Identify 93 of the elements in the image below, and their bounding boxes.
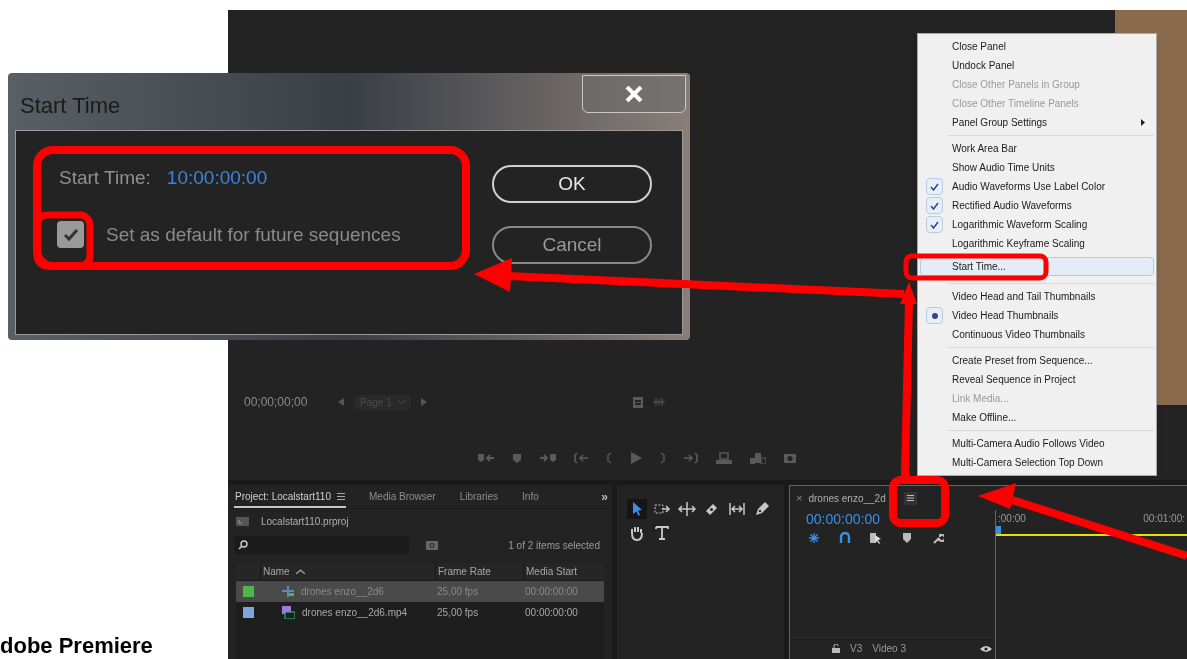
selection-tool-icon[interactable] [627,499,647,519]
menu-item[interactable]: Audio Waveforms Use Label Color [920,177,1154,196]
media-start-cell-text: 00:00:00:00 [524,585,579,599]
mark-in-icon[interactable] [606,452,612,464]
panel-tab[interactable]: Libraries [458,486,500,508]
check-icon [62,227,79,242]
lock-icon [832,644,840,653]
ruler-time-label: 00:01:00: [1143,512,1185,526]
menu-item[interactable]: Multi-Camera Selection Top Down [920,453,1154,472]
marker-forward-icon[interactable] [540,452,556,464]
panel-tab[interactable]: Info [521,486,540,508]
column-header[interactable]: Media Start [526,564,578,579]
search-bin-icon[interactable] [426,540,438,550]
submenu-arrow-icon [1141,119,1145,126]
marker-icon[interactable] [512,452,522,464]
more-panels-button[interactable]: » [601,486,608,508]
menu-item[interactable]: Logarithmic Waveform Scaling [920,215,1154,234]
snap-icon[interactable] [808,532,820,544]
dialog-title: Start Time [19,92,122,120]
search-field[interactable] [234,536,409,554]
left-arrow-icon[interactable] [338,398,344,406]
ok-button[interactable]: OK [492,165,652,203]
panel-tab[interactable]: Project: Localstart110 [234,486,346,508]
caption-text: dobe Premiere [0,635,154,659]
sort-ascending-icon [295,569,305,574]
timeline-timecode: 00:00:00:00 [805,510,881,528]
close-tab-button[interactable]: × [796,489,803,507]
column-header[interactable]: Name [263,564,290,579]
video-clip-icon [282,606,295,619]
item-name: drones enzo__2d6.mp4 [302,606,408,620]
menu-item[interactable]: Work Area Bar [920,139,1154,158]
wrench-icon[interactable] [932,532,944,544]
ripple-edit-icon[interactable] [677,499,697,519]
camera-icon[interactable] [784,452,796,464]
menu-item[interactable]: Video Head and Tail Thumbnails [920,287,1154,306]
frame-rate-cell-text: 25,00 fps [436,585,480,599]
menu-item[interactable]: Panel Group Settings [920,113,1154,132]
close-icon [625,86,643,102]
right-arrow-icon[interactable] [420,398,427,406]
menu-item[interactable]: Show Audio Time Units [920,158,1154,177]
radio-dot-icon [931,312,938,319]
play-icon[interactable] [630,452,642,464]
sequence-icon [282,586,294,597]
menu-icon [337,492,345,500]
linked-selection-icon[interactable] [870,532,882,544]
film-strip-icon[interactable] [632,396,643,408]
panel-tab[interactable]: Media Browser [368,486,437,508]
project-filename: Localstart110.prproj [261,514,349,529]
folder-icon [236,516,249,526]
menu-item[interactable]: Start Time... [920,257,1154,276]
menu-item[interactable]: Multi-Camera Audio Follows Video [920,434,1154,453]
menu-item[interactable]: Video Head Thumbnails [920,306,1154,325]
close-button[interactable] [582,75,686,113]
start-time-value[interactable]: 10:00:00:00 [166,164,268,193]
menu-item[interactable]: Make Offline... [920,408,1154,427]
check-icon [930,182,939,191]
type-tool-icon[interactable] [652,523,672,543]
magnet-icon[interactable] [839,532,851,544]
menu-item[interactable]: Reveal Sequence in Project [920,370,1154,389]
insert-icon[interactable] [716,452,732,464]
menu-icon [906,495,914,501]
mark-out-icon[interactable] [660,452,666,464]
eye-icon [980,644,993,653]
menu-item[interactable]: Rectified Audio Waveforms [920,196,1154,215]
go-to-out-icon[interactable] [684,452,698,464]
check-icon [930,220,939,229]
menu-item[interactable]: Logarithmic Keyframe Scaling [920,234,1154,253]
highlight-frame [889,476,949,527]
media-start-cell-text: 00:00:00:00 [524,606,579,620]
add-marker-icon[interactable] [901,532,913,544]
checkbox-label: Set as default for future sequences [106,222,401,247]
menu-item[interactable]: Continuous Video Thumbnails [920,325,1154,344]
panel-menu-button[interactable] [903,491,917,505]
check-icon [930,201,939,210]
go-to-in-icon[interactable] [574,452,588,464]
sequence-tab[interactable]: drones enzo__2d [808,490,886,506]
selection-count: 1 of 2 items selected [508,538,600,553]
checkbox[interactable] [57,221,84,249]
frame-rate-cell-text: 25,00 fps [436,606,480,620]
column-header[interactable]: Frame Rate [438,564,491,579]
item-name: drones enzo__2d6 [301,585,384,599]
track-id: V3 [850,642,863,656]
start-time-label: Start Time: [59,166,151,190]
overwrite-icon[interactable] [750,452,766,464]
menu-item[interactable]: Close Panel [920,37,1154,56]
ruler-time-label: :00:00 [998,512,1026,526]
waveform-toggle-icon[interactable] [652,398,665,406]
monitor-timecode: 00;00;00;00 [244,394,309,411]
marker-back-icon[interactable] [478,452,494,464]
menu-item[interactable]: Undock Panel [920,56,1154,75]
menu-item[interactable]: Create Preset from Sequence... [920,351,1154,370]
track-name: Video 3 [872,642,907,656]
search-icon [238,540,248,550]
